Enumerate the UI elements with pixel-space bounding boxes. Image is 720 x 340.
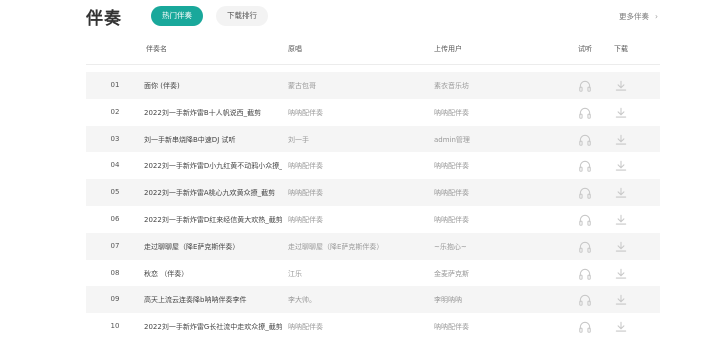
section-header: 伴奏 热门伴奏 下载排行 更多伴奏 › [0, 0, 720, 34]
table-row[interactable]: 03 刘一手新串烧降B中速DJ 试听 刘一手 admin管理 [86, 125, 660, 153]
row-number: 09 [110, 295, 120, 304]
original-artist-link[interactable]: 李大帅。 [288, 295, 426, 305]
uploader-link[interactable]: 呐呐配伴奏 [434, 215, 564, 225]
row-number: 06 [110, 214, 120, 223]
row-number: 03 [110, 134, 120, 143]
uploader-link[interactable]: 呐呐配伴奏 [434, 108, 564, 118]
more-accompaniment-link[interactable]: 更多伴奏 › [619, 11, 658, 22]
section-title: 伴奏 [86, 9, 122, 29]
tab-download-ranking[interactable]: 下载排行 [216, 6, 268, 26]
row-number: 08 [110, 268, 120, 277]
table-row[interactable]: 05 2022刘一手新炸雷A桃心九欢黄众撩_截剪 呐呐配伴奏 呐呐配伴奏 [86, 179, 660, 206]
table-row[interactable]: 07 走过聊聊屋（降E萨克斯伴奏） 走过聊聊屋（降E萨克斯伴奏） ~乐抱心~ [86, 232, 660, 260]
row-number: 05 [110, 188, 120, 197]
row-number: 02 [110, 107, 120, 116]
download-icon[interactable] [614, 79, 628, 93]
table-row[interactable]: 01 面你 (伴奏) 蒙古包哥 素衣音乐坊 [86, 72, 660, 99]
original-artist-link[interactable]: 刘一手 [288, 135, 426, 145]
tab-hot-accompaniment[interactable]: 热门伴奏 [151, 6, 203, 26]
original-artist-link[interactable]: 走过聊聊屋（降E萨克斯伴奏） [288, 242, 426, 252]
download-icon[interactable] [614, 293, 628, 307]
download-icon[interactable] [614, 320, 628, 334]
table-row[interactable]: 02 2022刘一手新炸雷B十人帆说西_截剪 呐呐配伴奏 呐呐配伴奏 [86, 99, 660, 126]
uploader-link[interactable]: 呐呐配伴奏 [434, 322, 564, 332]
original-artist-link[interactable]: 蒙古包哥 [288, 81, 426, 91]
download-icon[interactable] [614, 267, 628, 281]
headphones-icon[interactable] [578, 213, 592, 227]
track-name-link[interactable]: 2022刘一手新炸雷B十人帆说西_截剪 [144, 108, 282, 118]
track-name-link[interactable]: 2022刘一手新炸雷D小九红黄不动鸦小众撩_截剪 [144, 161, 282, 171]
original-artist-link[interactable]: 呐呐配伴奏 [288, 188, 426, 198]
headphones-icon[interactable] [578, 106, 592, 120]
table-row[interactable]: 09 高天上流云连奏降b呐呐伴奏李件 李大帅。 李明呐呐 [86, 286, 660, 314]
table-row[interactable]: 06 2022刘一手新炸雷D红来经信黄大欢热_截剪 呐呐配伴奏 呐呐配伴奏 [86, 206, 660, 233]
track-name-link[interactable]: 2022刘一手新炸雷A桃心九欢黄众撩_截剪 [144, 188, 282, 198]
original-artist-link[interactable]: 江乐 [288, 269, 426, 279]
headphones-icon[interactable] [578, 79, 592, 93]
chevron-right-icon: › [655, 12, 658, 21]
download-icon[interactable] [614, 213, 628, 227]
download-icon[interactable] [614, 159, 628, 173]
uploader-link[interactable]: 金麦萨克斯 [434, 269, 564, 279]
column-header-listen: 试听 [578, 45, 592, 53]
uploader-link[interactable]: admin管理 [434, 135, 564, 145]
column-header-artist: 原唱 [288, 45, 302, 53]
headphones-icon[interactable] [578, 186, 592, 200]
track-name-link[interactable]: 面你 (伴奏) [144, 81, 282, 91]
headphones-icon[interactable] [578, 240, 592, 254]
row-number: 07 [110, 241, 120, 250]
track-name-link[interactable]: 2022刘一手新炸雷G长社流中走欢众撩_截剪 [144, 322, 282, 332]
uploader-link[interactable]: ~乐抱心~ [434, 242, 564, 252]
uploader-link[interactable]: 呐呐配伴奏 [434, 188, 564, 198]
more-link-label: 更多伴奏 [619, 12, 649, 21]
download-icon[interactable] [614, 186, 628, 200]
row-number: 01 [110, 81, 120, 89]
uploader-link[interactable]: 呐呐配伴奏 [434, 161, 564, 171]
headphones-icon[interactable] [578, 320, 592, 334]
track-name-link[interactable]: 高天上流云连奏降b呐呐伴奏李件 [144, 295, 282, 305]
download-icon[interactable] [614, 133, 628, 147]
row-number: 04 [110, 161, 120, 170]
uploader-link[interactable]: 素衣音乐坊 [434, 81, 564, 91]
track-list: 01 面你 (伴奏) 蒙古包哥 素衣音乐坊 02 2022刘一手新炸雷B十人帆说西_截剪呐… [86, 72, 660, 340]
headphones-icon[interactable] [578, 133, 592, 147]
row-number: 10 [110, 322, 120, 331]
headphones-icon[interactable] [578, 159, 592, 173]
header-divider [86, 64, 660, 65]
table-row[interactable]: 04 2022刘一手新炸雷D小九红黄不动鸦小众撩_截剪 呐呐配伴奏 呐呐配伴奏 [86, 152, 660, 179]
original-artist-link[interactable]: 呐呐配伴奏 [288, 215, 426, 225]
track-name-link[interactable]: 刘一手新串烧降B中速DJ 试听 [144, 135, 282, 145]
track-name-link[interactable]: 秋恋 （伴奏） [144, 269, 282, 279]
track-name-link[interactable]: 走过聊聊屋（降E萨克斯伴奏） [144, 242, 282, 252]
original-artist-link[interactable]: 呐呐配伴奏 [288, 108, 426, 118]
original-artist-link[interactable]: 呐呐配伴奏 [288, 322, 426, 332]
column-header-name: 伴奏名 [146, 45, 167, 53]
original-artist-link[interactable]: 呐呐配伴奏 [288, 161, 426, 171]
uploader-link[interactable]: 李明呐呐 [434, 295, 564, 305]
column-header-download: 下载 [614, 45, 628, 53]
download-icon[interactable] [614, 240, 628, 254]
headphones-icon[interactable] [578, 267, 592, 281]
table-header: 伴奏名 原唱 上传用户 试听 下载 [0, 40, 720, 62]
table-row[interactable]: 10 2022刘一手新炸雷G长社流中走欢众撩_截剪 呐呐配伴奏 呐呐配伴奏 [86, 313, 660, 340]
download-icon[interactable] [614, 106, 628, 120]
column-header-uploader: 上传用户 [434, 45, 462, 53]
headphones-icon[interactable] [578, 293, 592, 307]
table-row[interactable]: 08 秋恋 （伴奏） 江乐 金麦萨克斯 [86, 260, 660, 287]
track-name-link[interactable]: 2022刘一手新炸雷D红来经信黄大欢热_截剪 [144, 215, 282, 225]
